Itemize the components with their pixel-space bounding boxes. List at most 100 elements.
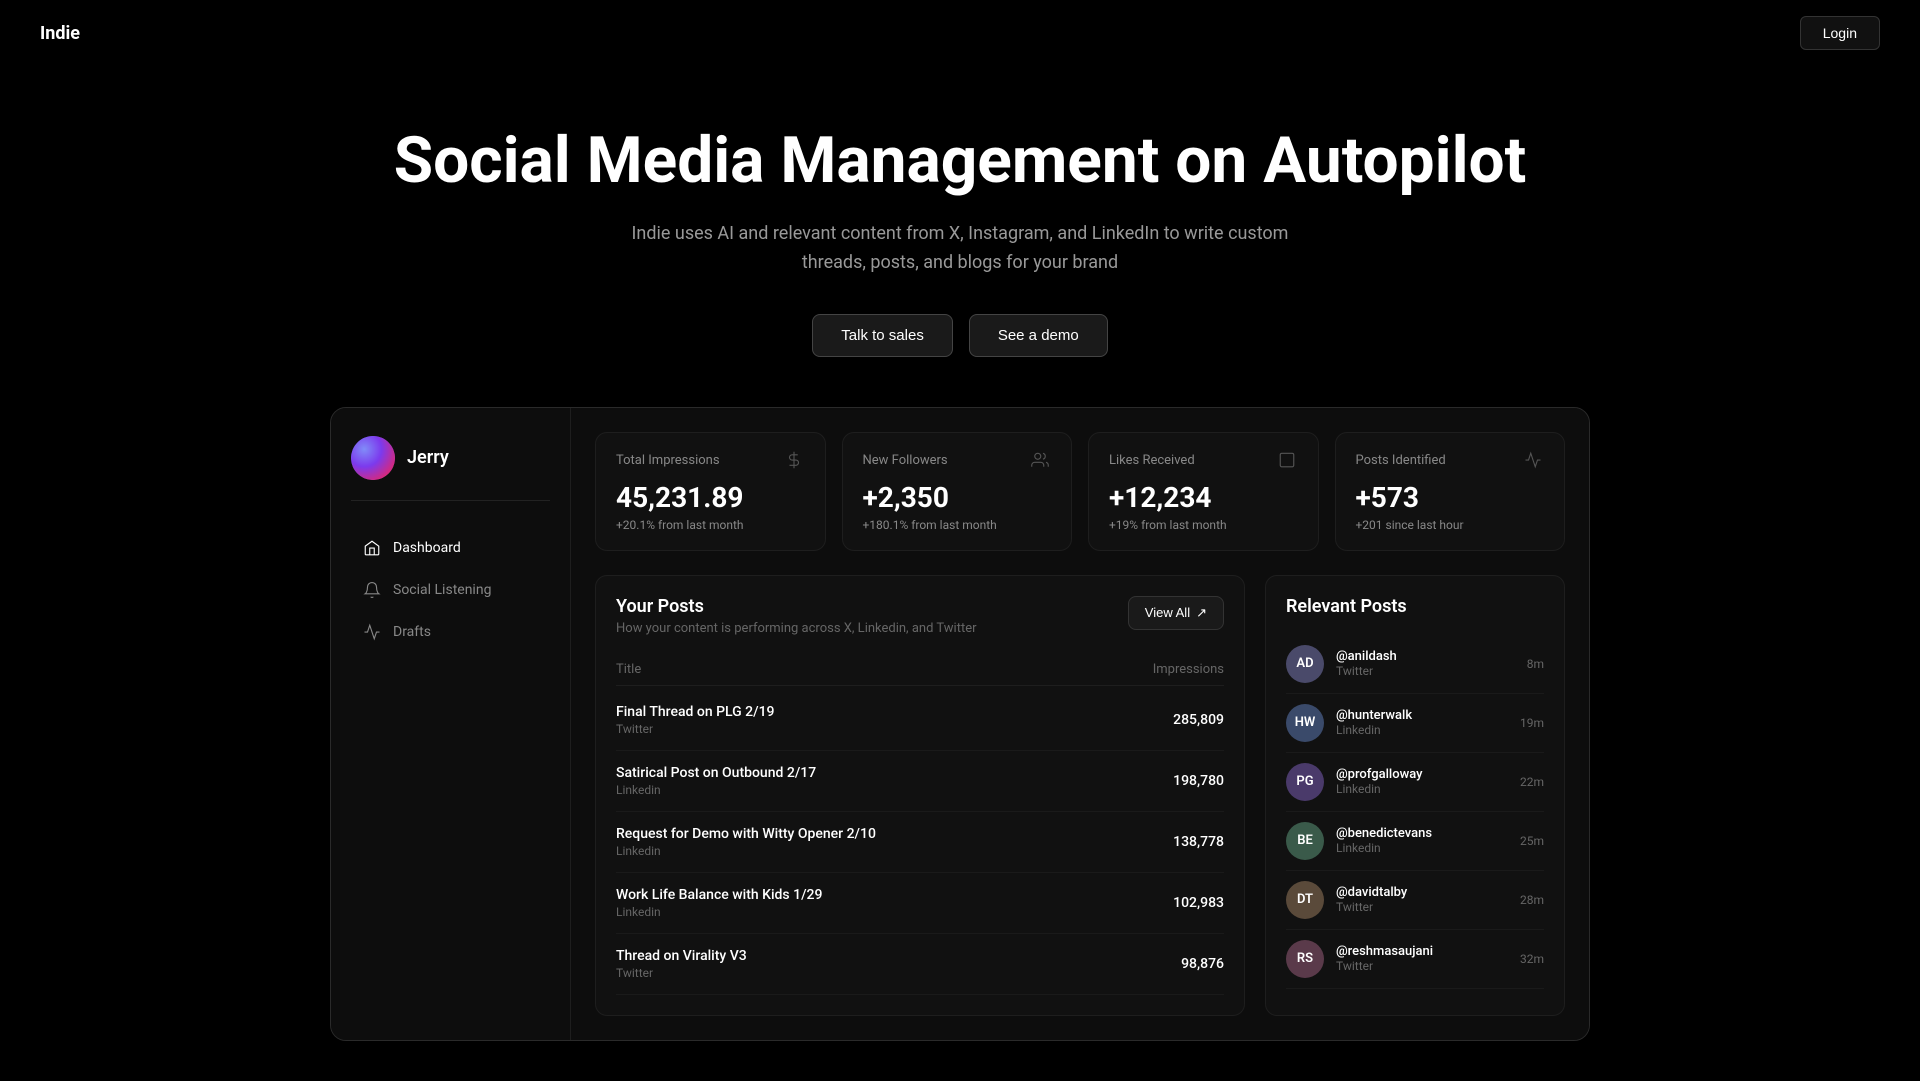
row-info: Satirical Post on Outbound 2/17 Linkedin	[616, 765, 816, 797]
row-title: Request for Demo with Witty Opener 2/10	[616, 826, 876, 842]
rel-platform: Linkedin	[1336, 782, 1508, 796]
row-platform: Linkedin	[616, 783, 816, 797]
top-nav: Indie Login	[0, 0, 1920, 66]
relevant-item[interactable]: RS @reshmasaujani Twitter 32m	[1286, 930, 1544, 989]
row-platform: Twitter	[616, 722, 775, 736]
user-name: Jerry	[407, 447, 449, 468]
table-row[interactable]: Work Life Balance with Kids 1/29 Linkedi…	[616, 873, 1224, 934]
stat-value: +573	[1356, 481, 1545, 514]
rel-info: @reshmasaujani Twitter	[1336, 944, 1508, 973]
relevant-posts-list: AD @anildash Twitter 8m HW @hunterwalk L…	[1286, 635, 1544, 989]
relevant-item[interactable]: HW @hunterwalk Linkedin 19m	[1286, 694, 1544, 753]
rel-platform: Linkedin	[1336, 841, 1508, 855]
row-impressions: 138,778	[1173, 834, 1224, 850]
rel-avatar: RS	[1286, 940, 1324, 978]
stat-icon	[1031, 451, 1051, 471]
table-row[interactable]: Final Thread on PLG 2/19 Twitter 285,809	[616, 690, 1224, 751]
stat-card: Posts Identified +573 +201 since last ho…	[1335, 432, 1566, 551]
stat-icon	[1524, 451, 1544, 471]
see-a-demo-button[interactable]: See a demo	[969, 314, 1108, 357]
relevant-item[interactable]: PG @profgalloway Linkedin 22m	[1286, 753, 1544, 812]
posts-header: Your Posts How your content is performin…	[616, 596, 1224, 636]
relevant-item[interactable]: DT @davidtalby Twitter 28m	[1286, 871, 1544, 930]
stat-change: +20.1% from last month	[616, 518, 805, 532]
home-icon	[363, 539, 381, 557]
row-info: Thread on Virality V3 Twitter	[616, 948, 747, 980]
hero-buttons: Talk to sales See a demo	[40, 314, 1880, 357]
stat-value: +2,350	[863, 481, 1052, 514]
hero-title: Social Media Management on Autopilot	[40, 126, 1880, 196]
lower-section: Your Posts How your content is performin…	[595, 575, 1565, 1016]
stat-change: +201 since last hour	[1356, 518, 1545, 532]
rel-time: 32m	[1520, 952, 1544, 966]
row-info: Final Thread on PLG 2/19 Twitter	[616, 704, 775, 736]
avatar	[351, 436, 395, 480]
external-link-icon: ↗	[1196, 605, 1207, 621]
row-info: Work Life Balance with Kids 1/29 Linkedi…	[616, 887, 822, 919]
relevant-posts-title: Relevant Posts	[1286, 596, 1544, 617]
stat-label: Posts Identified	[1356, 453, 1446, 468]
relevant-item[interactable]: BE @benedictevans Linkedin 25m	[1286, 812, 1544, 871]
rel-avatar: BE	[1286, 822, 1324, 860]
stat-card-header: Posts Identified	[1356, 451, 1545, 471]
rel-time: 8m	[1527, 657, 1544, 671]
sidebar-item-social-listening-label: Social Listening	[393, 582, 491, 598]
row-platform: Twitter	[616, 966, 747, 980]
row-title: Thread on Virality V3	[616, 948, 747, 964]
rel-handle: @anildash	[1336, 649, 1515, 664]
dashboard-container: Jerry Dashboard Social Listening	[330, 407, 1590, 1041]
chart-icon	[363, 623, 381, 641]
rel-platform: Twitter	[1336, 959, 1508, 973]
rel-handle: @reshmasaujani	[1336, 944, 1508, 959]
row-title: Final Thread on PLG 2/19	[616, 704, 775, 720]
sidebar-item-dashboard[interactable]: Dashboard	[351, 529, 550, 567]
stat-card: Likes Received +12,234 +19% from last mo…	[1088, 432, 1319, 551]
table-row[interactable]: Thread on Virality V3 Twitter 98,876	[616, 934, 1224, 995]
sidebar-nav: Dashboard Social Listening Drafts	[351, 529, 550, 651]
rel-avatar: AD	[1286, 645, 1324, 683]
table-header: Title Impressions	[616, 654, 1224, 686]
rel-time: 19m	[1520, 716, 1544, 730]
rel-platform: Linkedin	[1336, 723, 1508, 737]
hero-subtitle: Indie uses AI and relevant content from …	[600, 220, 1320, 278]
col-title: Title	[616, 662, 641, 677]
table-row[interactable]: Satirical Post on Outbound 2/17 Linkedin…	[616, 751, 1224, 812]
row-platform: Linkedin	[616, 844, 876, 858]
your-posts-section: Your Posts How your content is performin…	[595, 575, 1245, 1016]
stat-card-header: Total Impressions	[616, 451, 805, 471]
login-button[interactable]: Login	[1800, 16, 1880, 50]
rel-time: 22m	[1520, 775, 1544, 789]
hero-section: Social Media Management on Autopilot Ind…	[0, 66, 1920, 407]
rel-platform: Twitter	[1336, 664, 1515, 678]
row-info: Request for Demo with Witty Opener 2/10 …	[616, 826, 876, 858]
table-row[interactable]: Request for Demo with Witty Opener 2/10 …	[616, 812, 1224, 873]
talk-to-sales-button[interactable]: Talk to sales	[812, 314, 953, 357]
col-impressions: Impressions	[1153, 662, 1224, 677]
rel-time: 28m	[1520, 893, 1544, 907]
main-content: Total Impressions 45,231.89 +20.1% from …	[571, 408, 1589, 1040]
sidebar-item-drafts[interactable]: Drafts	[351, 613, 550, 651]
relevant-posts-section: Relevant Posts AD @anildash Twitter 8m H…	[1265, 575, 1565, 1016]
rel-info: @anildash Twitter	[1336, 649, 1515, 678]
row-impressions: 285,809	[1173, 712, 1224, 728]
posts-header-text: Your Posts How your content is performin…	[616, 596, 977, 636]
posts-table: Final Thread on PLG 2/19 Twitter 285,809…	[616, 690, 1224, 995]
rel-info: @davidtalby Twitter	[1336, 885, 1508, 914]
user-profile: Jerry	[351, 436, 550, 501]
row-platform: Linkedin	[616, 905, 822, 919]
stat-label: Likes Received	[1109, 453, 1195, 468]
view-all-button[interactable]: View All ↗	[1128, 596, 1224, 630]
stat-cards: Total Impressions 45,231.89 +20.1% from …	[595, 432, 1565, 551]
rel-avatar: HW	[1286, 704, 1324, 742]
bell-icon	[363, 581, 381, 599]
rel-handle: @davidtalby	[1336, 885, 1508, 900]
rel-info: @profgalloway Linkedin	[1336, 767, 1508, 796]
rel-handle: @benedictevans	[1336, 826, 1508, 841]
posts-subtitle: How your content is performing across X,…	[616, 621, 977, 636]
stat-value: +12,234	[1109, 481, 1298, 514]
sidebar-item-social-listening[interactable]: Social Listening	[351, 571, 550, 609]
stat-change: +180.1% from last month	[863, 518, 1052, 532]
relevant-item[interactable]: AD @anildash Twitter 8m	[1286, 635, 1544, 694]
rel-time: 25m	[1520, 834, 1544, 848]
rel-platform: Twitter	[1336, 900, 1508, 914]
